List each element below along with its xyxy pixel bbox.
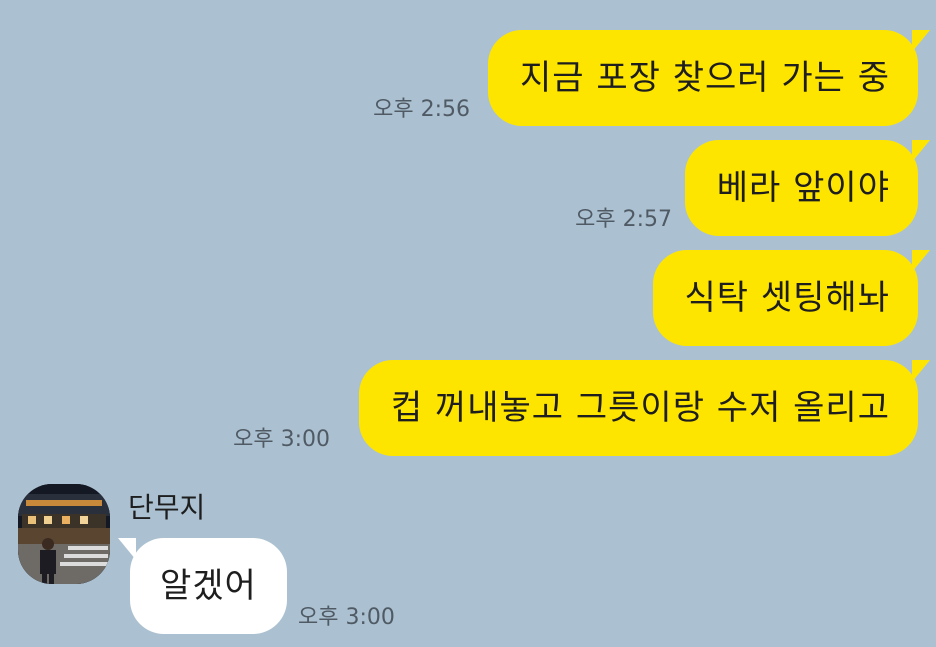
sender-name: 단무지 bbox=[128, 491, 206, 524]
bubble-tail bbox=[912, 250, 930, 272]
chat-room: 지금 포장 찾으러 가는 중 오후 2:56 베라 앞이야 오후 2:57 식탁… bbox=[0, 0, 936, 647]
bubble-tail bbox=[912, 140, 930, 162]
outgoing-message-bubble[interactable]: 컵 꺼내놓고 그릇이랑 수저 올리고 bbox=[358, 360, 930, 456]
bubble-tail bbox=[912, 360, 930, 382]
message-text: 베라 앞이야 bbox=[716, 168, 890, 208]
bubble-tail bbox=[118, 538, 136, 560]
outgoing-message-bubble[interactable]: 베라 앞이야 bbox=[684, 140, 930, 236]
bubble-tail bbox=[912, 30, 930, 52]
message-text: 알겠어 bbox=[160, 566, 257, 606]
profile-avatar[interactable] bbox=[18, 484, 110, 584]
message-timestamp: 오후 3:00 bbox=[233, 427, 330, 452]
outgoing-message-bubble[interactable]: 지금 포장 찾으러 가는 중 bbox=[487, 30, 930, 126]
message-text: 컵 꺼내놓고 그릇이랑 수저 올리고 bbox=[390, 388, 890, 428]
avatar-photo bbox=[18, 484, 110, 584]
message-text: 식탁 셋팅해놔 bbox=[684, 278, 890, 318]
message-timestamp: 오후 2:56 bbox=[373, 97, 470, 122]
message-timestamp: 오후 3:00 bbox=[298, 605, 395, 630]
message-timestamp: 오후 2:57 bbox=[575, 207, 672, 232]
outgoing-message-bubble[interactable]: 식탁 셋팅해놔 bbox=[652, 250, 930, 346]
message-text: 지금 포장 찾으러 가는 중 bbox=[519, 58, 890, 98]
incoming-message-bubble[interactable]: 알겠어 bbox=[118, 538, 287, 634]
